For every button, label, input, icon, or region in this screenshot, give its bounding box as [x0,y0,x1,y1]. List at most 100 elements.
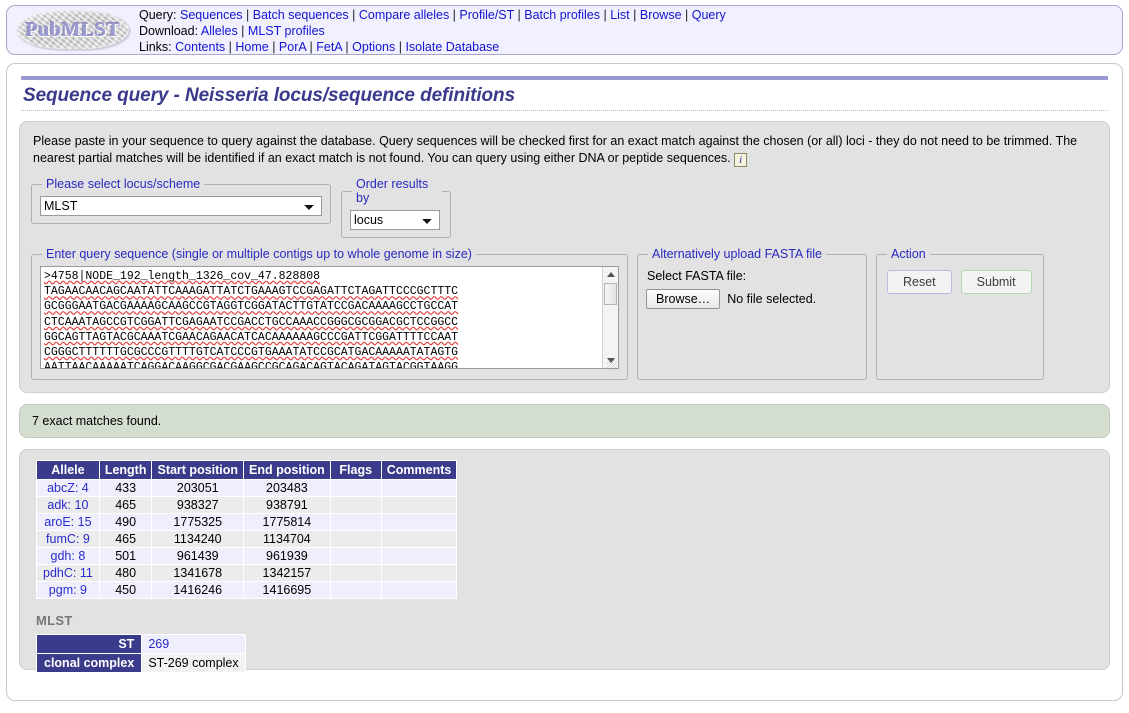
cell-start: 1416246 [151,581,245,599]
cell-start: 203051 [151,479,245,497]
fasta-upload-fieldset: Alternatively upload FASTA file Select F… [637,247,867,380]
cell-allele[interactable]: adk: 10 [36,496,100,514]
col-allele: Allele [36,460,100,480]
action-buttons: Reset Submit [885,270,1035,294]
cell-start: 1134240 [151,530,245,548]
nav-link-pora[interactable]: PorA [279,40,306,54]
nav-link-compare-alleles[interactable]: Compare alleles [359,8,449,22]
cell-start: 961439 [151,547,245,565]
cell-start: 1775325 [151,513,245,531]
cell-allele[interactable]: fumC: 9 [36,530,100,548]
cell-start: 1341678 [151,564,245,582]
input-row: Enter query sequence (single or multiple… [31,247,1098,380]
nav-link-feta[interactable]: FetA [316,40,342,54]
nav-link-list[interactable]: List [610,8,629,22]
mlst-label-st: ST [35,634,143,654]
file-input-row: Browse… No file selected. [646,289,858,309]
cell-length: 501 [98,547,153,565]
nav-link-contents[interactable]: Contents [175,40,225,54]
cell-length: 480 [98,564,153,582]
locus-scheme-fieldset: Please select locus/scheme MLST [31,177,331,224]
sequence-textarea[interactable] [40,266,619,369]
nav-link-options[interactable]: Options [352,40,395,54]
cell-flags [329,513,382,531]
main-panel: Sequence query - Neisseria locus/sequenc… [6,63,1123,701]
cell-end: 1775814 [243,513,331,531]
cell-end: 961939 [243,547,331,565]
instructions-sentence: Please paste in your sequence to query a… [33,134,1078,165]
mlst-heading: MLST [36,613,73,628]
nav-row-download: Download: Alleles | MLST profiles [139,23,325,38]
site-header: PubMLST Query: Sequences | Batch sequenc… [6,5,1123,55]
nav-link-isolate-database[interactable]: Isolate Database [405,40,499,54]
nav-link-batch-sequences[interactable]: Batch sequences [253,8,349,22]
order-results-legend: Order results by [356,177,429,205]
cell-comments [380,564,458,582]
mlst-label-clonal-complex: clonal complex [35,653,143,673]
cell-flags [329,479,382,497]
nav-link-browse[interactable]: Browse [640,8,682,22]
cell-allele[interactable]: pdhC: 11 [36,564,100,582]
sequence-textarea-wrapper [40,266,619,372]
locus-scheme-legend: Please select locus/scheme [46,177,201,191]
cell-comments [380,479,458,497]
scroll-up-arrow-icon[interactable] [603,267,619,282]
sequence-scrollbar[interactable] [602,267,618,368]
locus-scheme-select[interactable]: MLST [40,196,322,216]
cell-flags [329,581,382,599]
col-comments: Comments [380,460,458,480]
header-navigation: Query: Sequences | Batch sequences | Com… [139,6,726,55]
textarea-resize-grip[interactable] [607,360,617,370]
status-message-text: 7 exact matches found. [32,414,162,428]
cell-length: 465 [98,530,153,548]
cell-allele[interactable]: abcZ: 4 [36,479,100,497]
cell-flags [329,547,382,565]
cell-end: 938791 [243,496,331,514]
mlst-value-clonal-complex: ST-269 complex [141,653,246,673]
query-form-panel: Please paste in your sequence to query a… [19,121,1110,393]
allele-results-table: Allele Length Start position End positio… [36,460,458,599]
cell-length: 433 [98,479,153,497]
reset-button[interactable]: Reset [887,270,952,294]
sequence-fieldset: Enter query sequence (single or multiple… [31,247,628,380]
mlst-summary-table: ST 269 clonal complex ST-269 complex [35,634,246,673]
col-length: Length [98,460,153,480]
nav-link-query[interactable]: Query [692,8,726,22]
table-row: abcZ: 4 433 203051 203483 [36,479,458,497]
cell-end: 1134704 [243,530,331,548]
scrollbar-thumb[interactable] [604,283,617,305]
nav-link-sequences[interactable]: Sequences [180,8,243,22]
cell-comments [380,513,458,531]
nav-link-home[interactable]: Home [235,40,268,54]
status-message-box: 7 exact matches found. [19,404,1110,438]
nav-link-alleles[interactable]: Alleles [201,24,238,38]
mlst-value-st[interactable]: 269 [141,634,246,654]
nav-link-mlst-profiles[interactable]: MLST profiles [248,24,325,38]
selector-row: Please select locus/scheme MLST Order re… [31,177,1098,238]
cell-end: 203483 [243,479,331,497]
browse-button[interactable]: Browse… [646,289,721,309]
order-results-select[interactable]: locus [350,210,440,230]
cell-allele[interactable]: gdh: 8 [36,547,100,565]
cell-length: 450 [98,581,153,599]
info-icon[interactable]: i [734,153,748,167]
cell-end: 1342157 [243,564,331,582]
fasta-upload-legend: Alternatively upload FASTA file [652,247,822,261]
cell-allele[interactable]: aroE: 15 [36,513,100,531]
page-title: Sequence query - Neisseria locus/sequenc… [23,85,516,106]
nav-label-query: Query: [139,7,177,22]
nav-label-links: Links: [139,39,172,54]
nav-link-profile-st[interactable]: Profile/ST [459,8,514,22]
cell-start: 938327 [151,496,245,514]
table-row: fumC: 9 465 1134240 1134704 [36,530,458,548]
mlst-table-body: ST 269 clonal complex ST-269 complex [35,634,246,673]
submit-button[interactable]: Submit [960,270,1032,294]
action-legend: Action [891,247,926,261]
allele-table-head: Allele Length Start position End positio… [36,460,458,480]
table-row: aroE: 15 490 1775325 1775814 [36,513,458,531]
nav-row-query: Query: Sequences | Batch sequences | Com… [139,7,726,22]
cell-allele[interactable]: pgm: 9 [36,581,100,599]
nav-link-batch-profiles[interactable]: Batch profiles [524,8,600,22]
cell-flags [329,530,382,548]
cell-comments [380,581,458,599]
